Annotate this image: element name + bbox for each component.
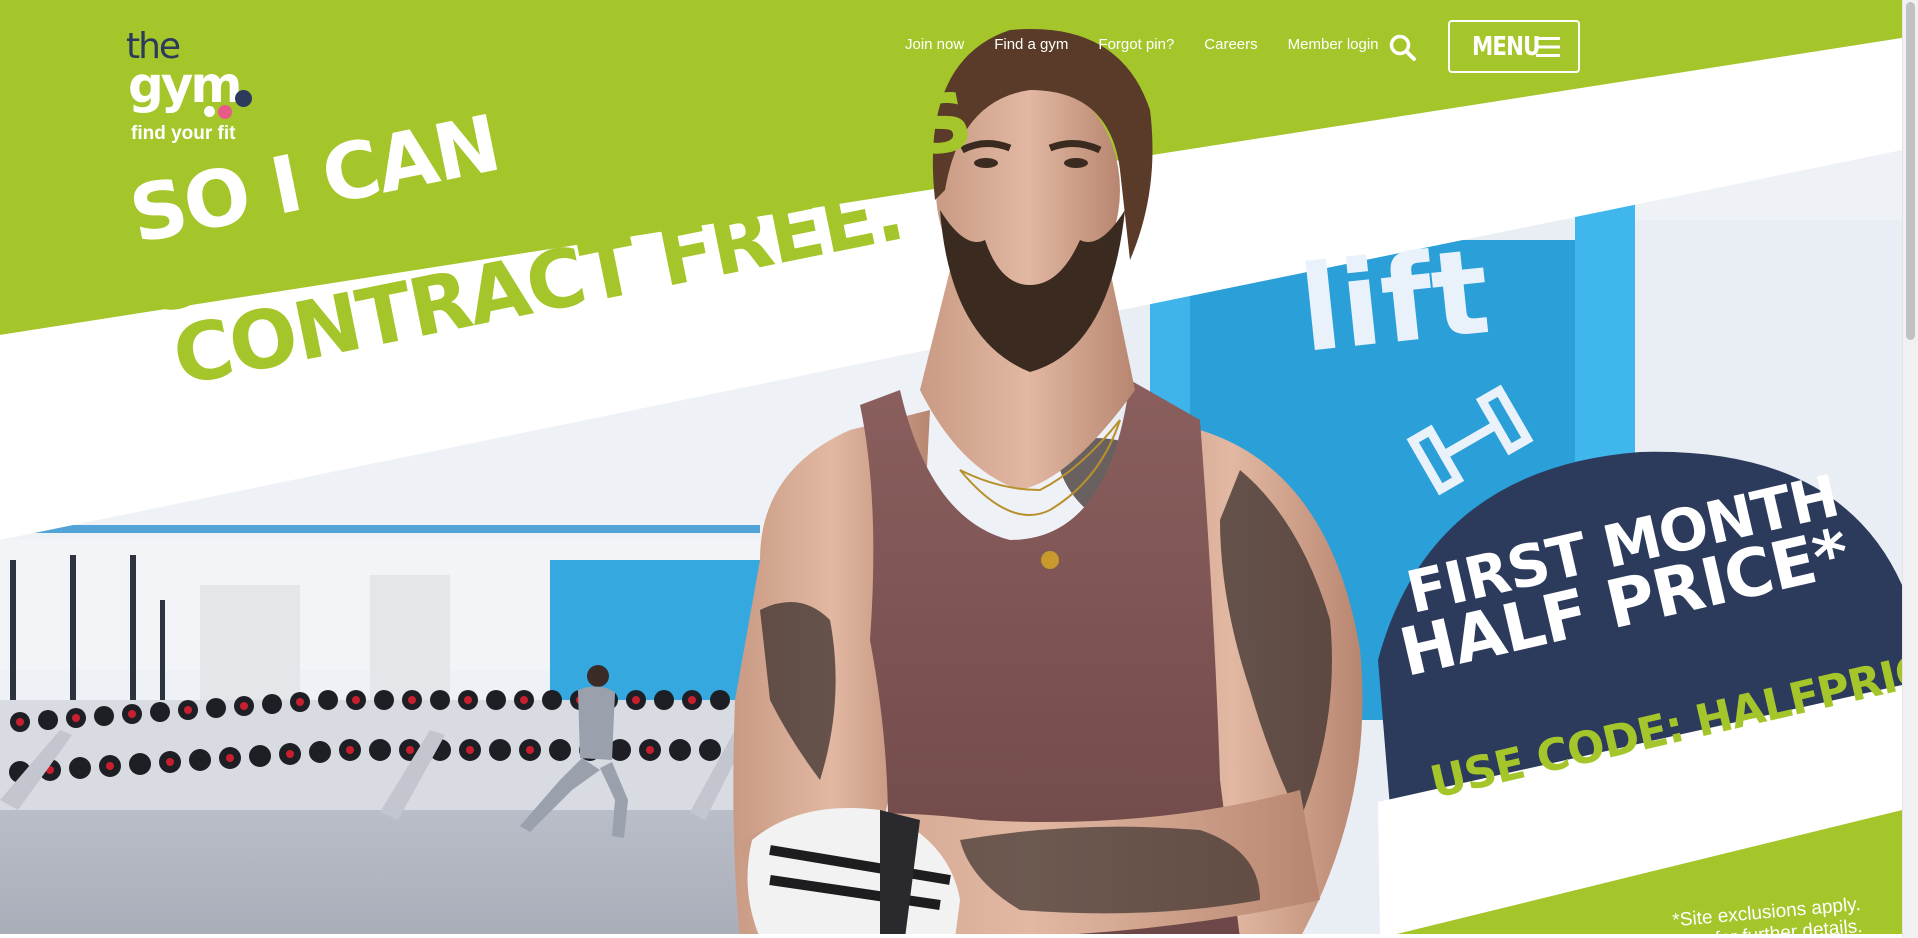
hero-banner: lift the gym find your fit Join now Find… xyxy=(0,0,1902,938)
wall-sign-text: lift xyxy=(1294,222,1496,379)
menu-label: MENU xyxy=(1472,31,1540,62)
scrollbar-thumb[interactable] xyxy=(1906,2,1915,340)
logo-dot-navy xyxy=(235,90,252,107)
nav-find-a-gym[interactable]: Find a gym xyxy=(994,36,1068,53)
menu-button[interactable]: MENU xyxy=(1448,20,1580,73)
nav-careers[interactable]: Careers xyxy=(1204,36,1257,53)
logo-text-gym: gym xyxy=(128,56,242,114)
top-nav: Join now Find a gym Forgot pin? Careers … xyxy=(905,20,1409,68)
logo-tagline: find your fit xyxy=(131,123,236,144)
nav-forgot-pin[interactable]: Forgot pin? xyxy=(1098,36,1174,53)
logo-dot-white xyxy=(204,106,215,117)
logo-dot-pink xyxy=(218,105,232,119)
hamburger-icon xyxy=(1536,37,1560,57)
brand-logo[interactable]: the gym find your fit xyxy=(126,26,266,146)
nav-member-login[interactable]: Member login xyxy=(1288,36,1379,53)
search-icon xyxy=(1389,34,1416,61)
search-button[interactable] xyxy=(1388,33,1418,63)
page-scrollbar[interactable] xyxy=(1902,0,1918,938)
